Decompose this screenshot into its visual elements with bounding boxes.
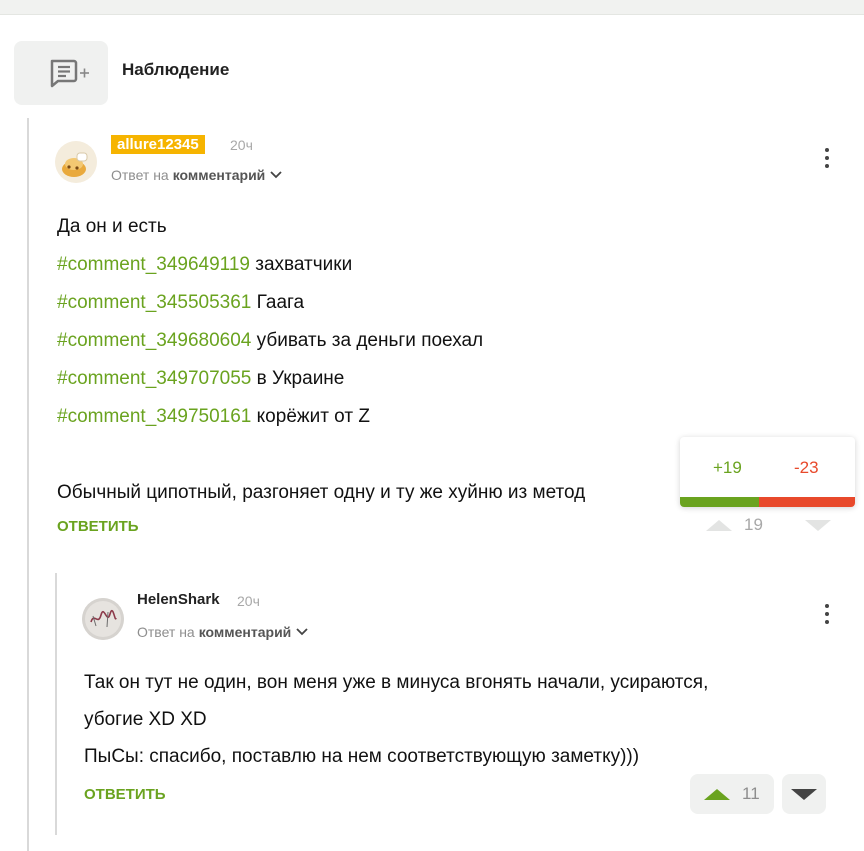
username[interactable]: HelenShark bbox=[137, 591, 220, 608]
downvote-icon[interactable] bbox=[790, 788, 817, 800]
rating-count[interactable]: 11 bbox=[742, 784, 760, 804]
downvote-icon[interactable] bbox=[804, 519, 831, 531]
comment-line: Да он и есть bbox=[57, 216, 167, 237]
rating-bar-minus bbox=[758, 497, 855, 507]
comment-link[interactable]: #comment_349649119 bbox=[57, 254, 250, 275]
rating-bar bbox=[680, 497, 855, 507]
comment-line: #comment_349649119 захватчики bbox=[57, 254, 353, 275]
comment-line: Так он тут не один, вон меня уже в минус… bbox=[84, 672, 709, 693]
add-note-button[interactable] bbox=[14, 41, 108, 105]
comment-body: Так он тут не один, вон меня уже в минус… bbox=[84, 664, 844, 775]
reply-button[interactable]: ответить bbox=[84, 786, 166, 803]
comment-line: #comment_349750161 корёжит от Z bbox=[57, 406, 370, 427]
username[interactable]: allure12345 bbox=[111, 135, 205, 154]
reply-to[interactable]: Ответ на комментарий bbox=[137, 624, 309, 640]
comment-line: убогие XD XD bbox=[84, 709, 207, 730]
reply-target: комментарий bbox=[198, 624, 292, 640]
thread-line[interactable] bbox=[27, 118, 29, 851]
thread-line[interactable] bbox=[55, 573, 57, 835]
rating-bar-plus bbox=[680, 497, 759, 507]
upvote-button[interactable]: 11 bbox=[690, 774, 774, 814]
rating-control: 11 bbox=[690, 774, 826, 814]
reply-target: комментарий bbox=[172, 167, 266, 183]
comment-line: #comment_345505361 Гаага bbox=[57, 292, 305, 313]
more-options-icon[interactable] bbox=[825, 604, 831, 624]
rating-control: 19 bbox=[706, 515, 831, 535]
more-options-icon[interactable] bbox=[825, 148, 831, 168]
comment-line: #comment_349707055 в Украине bbox=[57, 368, 345, 389]
comment-time[interactable]: 20ч bbox=[237, 593, 260, 609]
comment-link[interactable]: #comment_349707055 bbox=[57, 368, 251, 389]
reply-prefix: Ответ на bbox=[137, 624, 195, 640]
chevron-down-icon bbox=[270, 171, 282, 179]
reply-to[interactable]: Ответ на комментарий bbox=[111, 167, 283, 183]
note-label: Наблюдение bbox=[122, 60, 230, 79]
comment-link[interactable]: #comment_345505361 bbox=[57, 292, 251, 313]
comment-link[interactable]: #comment_349680604 bbox=[57, 330, 251, 351]
avatar[interactable] bbox=[55, 141, 97, 183]
comment-line: ПыСы: спасибо, поставлю на нем соответст… bbox=[84, 746, 640, 767]
upvote-icon[interactable] bbox=[706, 519, 732, 531]
avatar[interactable] bbox=[82, 598, 124, 640]
top-bar bbox=[0, 0, 864, 15]
reply-prefix: Ответ на bbox=[111, 167, 169, 183]
reply-button[interactable]: ответить bbox=[57, 518, 139, 535]
downvote-button[interactable] bbox=[781, 774, 826, 814]
comment-add-icon bbox=[50, 59, 89, 88]
comment-line: #comment_349680604 убивать за деньги пое… bbox=[57, 330, 484, 351]
rating-minus: -23 bbox=[794, 458, 819, 477]
upvote-icon[interactable] bbox=[704, 788, 730, 800]
comment-link[interactable]: #comment_349750161 bbox=[57, 406, 251, 427]
chevron-down-icon bbox=[296, 628, 308, 636]
rating-popup: +19 -23 bbox=[680, 437, 855, 507]
rating-count[interactable]: 19 bbox=[744, 515, 763, 535]
comment-time[interactable]: 20ч bbox=[230, 137, 253, 153]
rating-plus: +19 bbox=[713, 458, 742, 477]
